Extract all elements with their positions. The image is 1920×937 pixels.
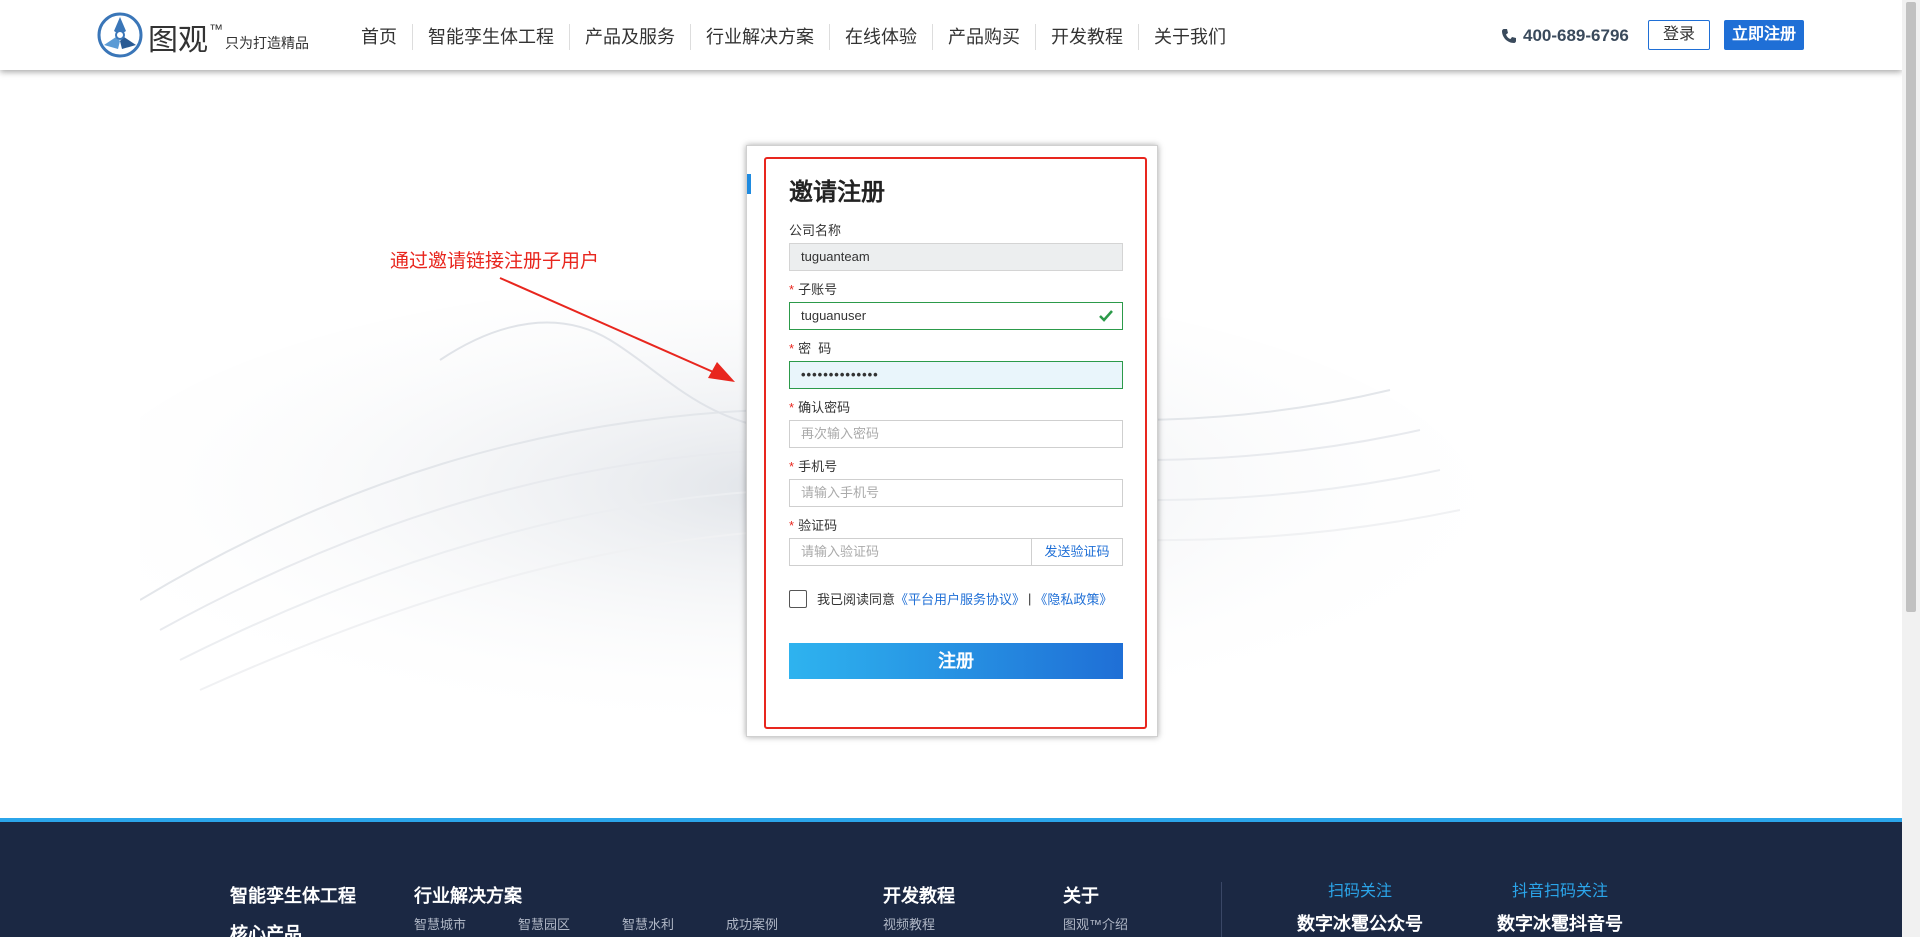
footer-tutorials-title[interactable]: 开发教程 [883,884,987,908]
footer-col-tutorials: 开发教程 视频教程 [883,884,987,933]
phone-input[interactable]: 请输入手机号 [789,479,1123,507]
douyin-scan-title: 抖音扫码关注 [1511,883,1608,900]
footer-divider [1221,882,1222,937]
send-code-button[interactable]: 发送验证码 [1031,538,1123,566]
privacy-link[interactable]: 《隐私政策》 [1034,589,1112,608]
phone-icon [1502,29,1516,43]
nav-about[interactable]: 关于我们 [1138,24,1241,50]
nav-solutions[interactable]: 行业解决方案 [690,24,829,50]
footer-core-products[interactable]: 核心产品 [230,922,356,937]
nav-online-demo[interactable]: 在线体验 [829,24,932,50]
company-field: 公司名称 tuguanteam [789,223,1123,271]
wechat-account-name: 数字冰雹公众号 [1297,914,1423,934]
code-input[interactable]: 请输入验证码 [789,538,1031,566]
terms-link[interactable]: 《平台用户服务协议》 [895,589,1025,608]
nav-tutorials[interactable]: 开发教程 [1035,24,1138,50]
logo-icon [97,12,143,58]
form-title: 邀请注册 [789,179,885,206]
confirm-password-label: * 确认密码 [789,400,851,415]
register-now-button[interactable]: 立即注册 [1724,20,1804,50]
main-nav: 首页 智能孪生体工程 产品及服务 行业解决方案 在线体验 产品购买 开发教程 关… [346,24,1241,50]
register-submit-button[interactable]: 注册 [789,643,1123,679]
password-label: * 密 码 [789,341,832,356]
footer-engineering-title[interactable]: 智能孪生体工程 [230,884,356,908]
account-label: * 子账号 [789,282,838,297]
annotation-label: 通过邀请链接注册子用户 [390,251,600,272]
footer-douyin-qr: 抖音扫码关注 数字冰雹抖音号 [1490,882,1630,936]
site-footer: 智能孪生体工程 核心产品 行业解决方案 智慧城市 智慧园区 智慧水利 成功案例 开发教… [0,822,1902,937]
footer-link-smart-water[interactable]: 智慧水利 [622,917,674,932]
title-accent-bar [747,174,751,194]
footer-link-intro[interactable]: 图观™介绍 [1063,917,1128,932]
login-button[interactable]: 登录 [1648,20,1710,50]
footer-link-smart-park[interactable]: 智慧园区 [518,917,570,932]
phone-label: * 手机号 [789,459,838,474]
company-label: 公司名称 [789,223,842,238]
scrollbar-thumb[interactable] [1906,2,1916,612]
code-field: * 验证码 请输入验证码 发送验证码 [789,518,1123,566]
confirm-password-input[interactable]: 再次输入密码 [789,420,1123,448]
phone-number: 400-689-6796 [1523,26,1629,45]
site-header: 图观™ 只为打造精品 首页 智能孪生体工程 产品及服务 行业解决方案 在线体验 … [0,0,1902,70]
password-input[interactable]: •••••••••••••• [789,361,1123,389]
agree-checkbox[interactable] [789,589,807,608]
logo-slogan: 只为打造精品 [225,35,309,51]
account-input[interactable]: tuguanuser [789,302,1123,330]
account-field: * 子账号 tuguanuser [789,282,1123,330]
footer-col-solutions: 行业解决方案 智慧城市 智慧园区 智慧水利 成功案例 [414,884,830,933]
nav-twin-engineering[interactable]: 智能孪生体工程 [412,24,569,50]
logo[interactable]: 图观™ 只为打造精品 [96,11,309,59]
page-scrollbar[interactable] [1902,0,1920,937]
nav-home[interactable]: 首页 [346,24,412,50]
valid-check-icon [1099,310,1113,322]
password-field: * 密 码 •••••••••••••• [789,341,1123,389]
phone-contact: 400-689-6796 [1501,24,1629,48]
annotation-arrow [499,277,735,382]
footer-link-cases[interactable]: 成功案例 [726,917,778,932]
footer-about-title[interactable]: 关于 [1063,884,1180,908]
nav-purchase[interactable]: 产品购买 [932,24,1035,50]
code-label: * 验证码 [789,518,838,533]
footer-link-smart-city[interactable]: 智慧城市 [414,917,466,932]
agree-text: 我已阅读同意 [817,592,896,607]
phone-field: * 手机号 请输入手机号 [789,459,1123,507]
company-input: tuguanteam [789,243,1123,271]
footer-solutions-title[interactable]: 行业解决方案 [414,884,830,908]
footer-link-video-tutorials[interactable]: 视频教程 [883,917,935,932]
logo-name: 图观™ [148,21,223,57]
confirm-password-field: * 确认密码 再次输入密码 [789,400,1123,448]
footer-col-engineering: 智能孪生体工程 核心产品 [230,884,356,937]
account-value: tuguanuser [801,308,867,323]
invite-register-card: 邀请注册 公司名称 tuguanteam * 子账号 tuguanuser * 密 … [746,145,1158,737]
agree-separator: | [1028,591,1032,606]
agreement-row: 我已阅读同意 《平台用户服务协议》 | 《隐私政策》 [789,589,1112,608]
nav-products[interactable]: 产品及服务 [569,24,690,50]
footer-wechat-qr: 扫码关注 数字冰雹公众号 [1290,882,1430,936]
footer-col-about: 关于 图观™介绍 [1063,884,1180,933]
wechat-scan-title: 扫码关注 [1327,883,1392,900]
douyin-account-name: 数字冰雹抖音号 [1497,914,1623,934]
